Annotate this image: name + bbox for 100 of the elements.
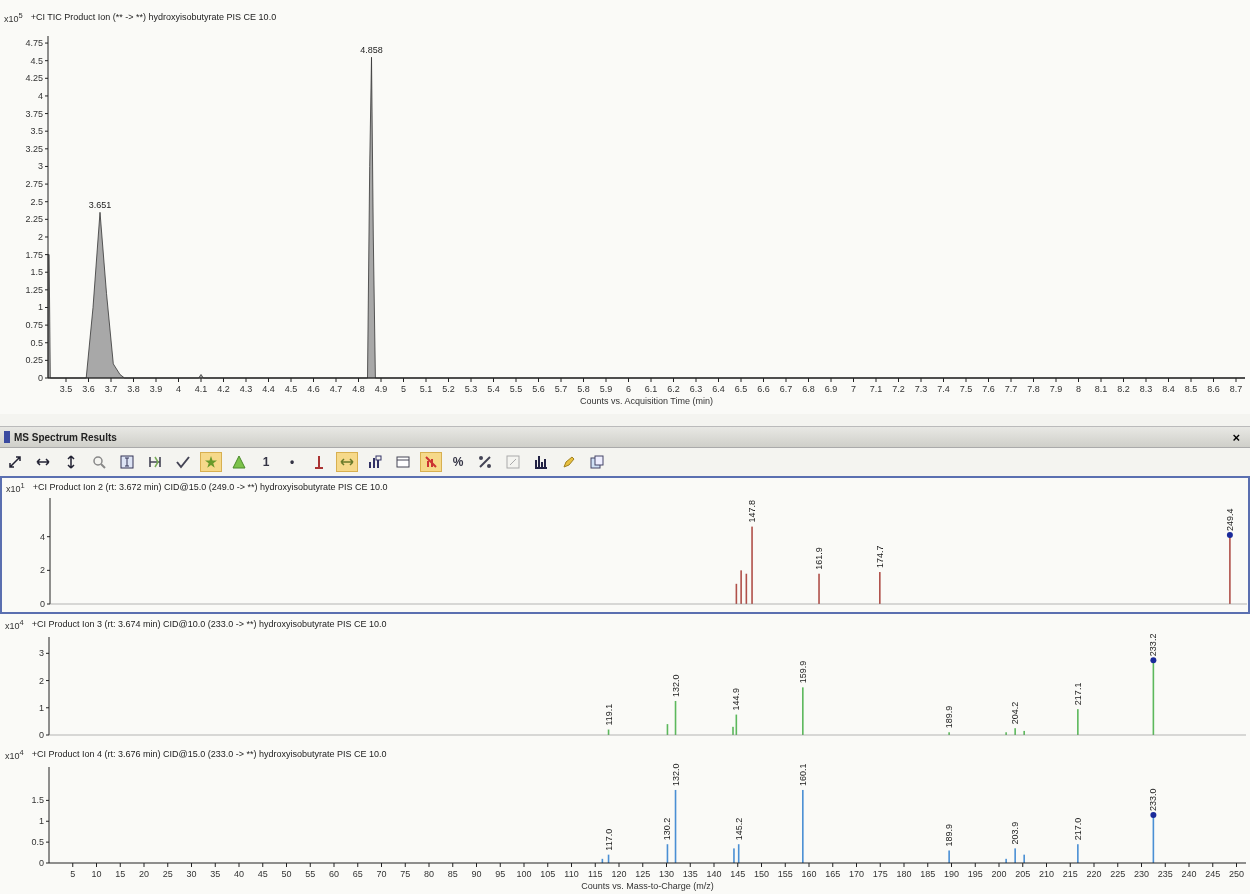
- tick-label: 7.2: [892, 384, 905, 394]
- tick-label: 95: [495, 869, 506, 879]
- tick-label: 7.5: [959, 384, 973, 394]
- tick-label: 170: [849, 869, 864, 879]
- peak-label: 233.0: [1148, 788, 1159, 811]
- percent-arrow-icon: [477, 454, 493, 470]
- tick-label: 5.2: [442, 384, 455, 394]
- tick-label: 3: [38, 161, 43, 172]
- bar-chart-icon: [533, 454, 549, 470]
- toolbar-button[interactable]: 1: [256, 452, 276, 472]
- tick-label: 8.1: [1094, 384, 1108, 394]
- tick-label: 4.6: [307, 384, 320, 394]
- tick-label: 5.1: [419, 384, 433, 394]
- spectrum-peak: [674, 700, 677, 735]
- tick-label: 4.25: [25, 73, 43, 84]
- tick-label: 6.8: [802, 384, 815, 394]
- tick-label: 40: [234, 869, 244, 879]
- peak-label: 132.0: [670, 763, 681, 786]
- tick-label: 0.75: [25, 320, 43, 331]
- tick-label: 6.7: [779, 384, 793, 394]
- spectrum-peak: [666, 844, 669, 863]
- tick-label: 5.9: [599, 384, 613, 394]
- tick-label: 165: [825, 869, 841, 879]
- close-button[interactable]: ×: [1230, 429, 1242, 445]
- tick-label: 185: [920, 869, 936, 879]
- toolbar-button[interactable]: %: [448, 452, 468, 472]
- tick-label: 6.1: [644, 384, 658, 394]
- tick-label: 80: [424, 869, 434, 879]
- tick-label: 45: [257, 869, 268, 879]
- tick-label: 7.7: [1004, 384, 1018, 394]
- tick-label: 215: [1062, 869, 1078, 879]
- bracket-box-icon: [119, 454, 135, 470]
- peak-label: 233.2: [1148, 633, 1159, 657]
- tick-label: 3.5: [30, 126, 43, 137]
- peak-label: 217.0: [1072, 817, 1083, 841]
- tick-label: 2: [40, 565, 45, 576]
- peak-label: 160.1: [797, 763, 808, 786]
- tick-label: 4.5: [30, 55, 43, 66]
- chart-title: +CI Product Ion 4 (rt: 3.676 min) CID@15.0 (233.0 -> **) hydroxyisobutyrate PIS CE 10.0: [31, 749, 387, 759]
- tick-label: 6.3: [689, 384, 703, 394]
- tick-label: 2.75: [25, 179, 43, 190]
- tick-label: 8.4: [1162, 384, 1175, 394]
- tick-label: 230: [1134, 869, 1149, 879]
- tick-label: 1.5: [30, 267, 43, 278]
- pencil-icon: [561, 454, 577, 470]
- spectrum-plot[interactable]: x10$^{4}$ +CI Product Ion 3 (rt: 3.674 min) CID@10.0 (233.0 -> **) hydroxyisobutyrate PIS CE 10.0 0 1 2 3 119.1 132.0 144.9 159.9 189.9 204.2 217.1 233.2: [0, 614, 1250, 744]
- peak-label: 144.9: [731, 688, 742, 711]
- tick-label: 0.5: [31, 837, 44, 848]
- tick-label: 145: [730, 869, 746, 879]
- toolbar-button[interactable]: •: [282, 452, 302, 472]
- tick-label: 245: [1205, 869, 1221, 879]
- scale-factor: x10$^{5}$: [4, 10, 23, 24]
- tick-label: 180: [896, 869, 912, 879]
- checkmark-peak-icon: [175, 454, 191, 470]
- tick-label: 200: [991, 869, 1007, 879]
- peak-label: 189.9: [944, 705, 955, 729]
- tick-label: 5: [401, 384, 406, 394]
- peak-label: 217.1: [1072, 682, 1083, 706]
- tick-label: 1: [39, 702, 44, 713]
- tick-label: 4.3: [239, 384, 253, 394]
- spectrum-plot[interactable]: x10$^{1}$ +CI Product Ion 2 (rt: 3.672 min) CID@15.0 (249.0 -> **) hydroxyisobutyrate PIS CE 10.0 0 2 4 147.8 161.9 174.7 249.4: [0, 476, 1250, 614]
- tick-label: 2.25: [25, 214, 43, 225]
- tick-label: 10: [91, 869, 102, 879]
- tick-label: 0: [38, 373, 43, 383]
- tick-label: 240: [1181, 869, 1197, 879]
- tick-label: 60: [329, 869, 339, 879]
- tick-label: 0: [40, 599, 45, 608]
- peak-label: 203.9: [1010, 821, 1021, 845]
- tick-label: 5.7: [554, 384, 568, 394]
- tick-label: 0.25: [25, 355, 43, 366]
- tick-label: 2: [39, 675, 44, 686]
- star-burst-icon: [203, 454, 219, 470]
- tick-label: 15: [115, 869, 126, 879]
- tick-label: 195: [967, 869, 983, 879]
- scale-icon: [505, 454, 521, 470]
- spectrum-peak: [735, 583, 738, 604]
- tick-label: 2: [38, 231, 43, 242]
- tick-label: 115: [588, 869, 603, 879]
- panel-title: MS Spectrum Results: [14, 431, 118, 443]
- magnifier-icon: [91, 454, 107, 470]
- tick-label: 210: [1039, 869, 1054, 879]
- tick-label: 85: [447, 869, 458, 879]
- tick-label: 65: [352, 869, 363, 879]
- tick-label: 4.5: [284, 384, 298, 394]
- tick-label: 160: [801, 869, 817, 879]
- tick-label: 7.3: [914, 384, 928, 394]
- peak-label: 117.0: [603, 828, 614, 851]
- tick-label: 25: [162, 869, 173, 879]
- tick-label: 2.5: [30, 196, 43, 207]
- tick-label: 225: [1110, 869, 1126, 879]
- scale-factor: x10$^{4}$: [5, 747, 24, 761]
- peak-label: 159.9: [797, 660, 808, 684]
- tick-label: 1.5: [31, 795, 44, 806]
- tick-label: 140: [706, 869, 722, 879]
- triangle-icon: [231, 454, 247, 470]
- spectrum-peak: [666, 724, 669, 735]
- tick-label: 50: [281, 869, 292, 879]
- peak-label: 145.2: [733, 817, 744, 841]
- spectrum-plot[interactable]: [0, 744, 1250, 894]
- tick-label: 1.25: [25, 284, 43, 295]
